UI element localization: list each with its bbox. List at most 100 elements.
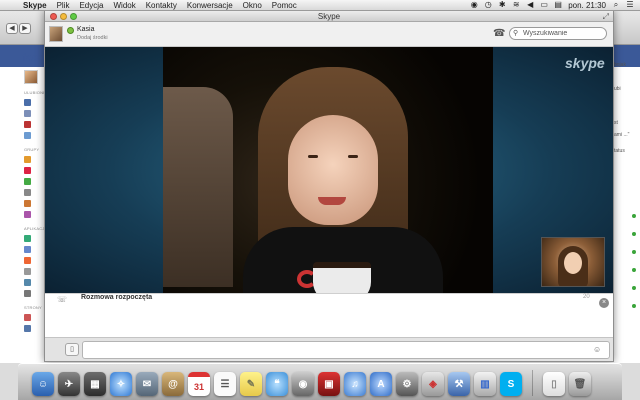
photo-booth-icon[interactable]: ▣ bbox=[318, 372, 340, 396]
compose-bar: ▯ ☺ bbox=[45, 337, 613, 361]
facebook-profile-avatar[interactable] bbox=[24, 70, 38, 84]
menu-okno[interactable]: Okno bbox=[238, 1, 267, 10]
magnifier-icon: ⚲ bbox=[513, 30, 519, 37]
remote-video-feed[interactable] bbox=[163, 47, 493, 293]
events-icon bbox=[24, 121, 31, 128]
emoticon-icon[interactable]: ☺ bbox=[593, 345, 601, 354]
contact-avatar[interactable] bbox=[49, 26, 63, 42]
input-flag-icon[interactable]: ▤ bbox=[554, 1, 562, 9]
self-view-video[interactable] bbox=[541, 237, 605, 287]
right-column-text: ubi bbox=[614, 86, 621, 92]
right-column-text: tatus bbox=[614, 148, 625, 154]
sidebar-item[interactable] bbox=[20, 277, 46, 288]
remote-person-eye bbox=[348, 155, 358, 158]
battery-icon[interactable]: ▭ bbox=[540, 1, 548, 9]
menu-app-skype[interactable]: Skype bbox=[18, 1, 52, 10]
activity-monitor-icon[interactable]: ▥ bbox=[474, 372, 496, 396]
facebook-right-column: bojak ubi st ami ..." tatus bbox=[612, 56, 640, 356]
right-column-text: ami ..." bbox=[614, 132, 630, 138]
online-indicator bbox=[632, 214, 636, 218]
menu-edycja[interactable]: Edycja bbox=[74, 1, 108, 10]
document-icon[interactable]: ▯ bbox=[543, 372, 565, 396]
launchpad-icon[interactable]: ✈ bbox=[58, 372, 80, 396]
sidebar-item[interactable] bbox=[20, 266, 46, 277]
bluetooth-icon[interactable]: ✱ bbox=[498, 1, 506, 9]
menu-widok[interactable]: Widok bbox=[108, 1, 140, 10]
online-indicator bbox=[632, 268, 636, 272]
sidebar-item[interactable] bbox=[20, 312, 46, 323]
spotlight-icon[interactable]: ⌕ bbox=[612, 1, 620, 9]
sidebar-section-strony: STRONY bbox=[24, 305, 42, 310]
system-preferences-icon[interactable]: ⚙ bbox=[396, 372, 418, 396]
menu-clock[interactable]: pon. 21:30 bbox=[568, 1, 606, 10]
self-view-face bbox=[564, 252, 582, 274]
notes-icon[interactable]: ✎ bbox=[240, 372, 262, 396]
menu-bar: Skype Plik Edycja Widok Kontakty Konwers… bbox=[0, 0, 640, 11]
back-icon[interactable]: ◀ bbox=[6, 23, 18, 34]
message-input[interactable] bbox=[82, 341, 610, 359]
sidebar-item[interactable] bbox=[20, 323, 46, 334]
finder-icon[interactable]: ☺ bbox=[32, 372, 54, 396]
search-input[interactable] bbox=[509, 27, 607, 40]
window-title: Skype bbox=[317, 12, 341, 21]
sidebar-section-aplikacje: APLIKACJE bbox=[24, 226, 48, 231]
sidebar-item[interactable] bbox=[20, 108, 46, 119]
menu-pomoc[interactable]: Pomoc bbox=[267, 1, 302, 10]
time-machine-icon[interactable]: ◷ bbox=[484, 1, 492, 9]
sidebar-item[interactable] bbox=[20, 130, 46, 141]
sidebar-item[interactable] bbox=[20, 233, 46, 244]
mail-icon[interactable]: ✉ bbox=[136, 372, 158, 396]
chat-event-text: Rozmowa rozpoczęta bbox=[81, 294, 153, 301]
menu-kontakty[interactable]: Kontakty bbox=[141, 1, 182, 10]
dock-separator bbox=[532, 370, 533, 396]
app-icon bbox=[24, 235, 31, 242]
mission-control-icon[interactable]: ▦ bbox=[84, 372, 106, 396]
calendar-icon[interactable]: 31 bbox=[188, 372, 210, 396]
sidebar-item[interactable] bbox=[20, 176, 46, 187]
attach-file-button[interactable]: ▯ bbox=[65, 343, 79, 356]
safari-icon[interactable]: ✧ bbox=[110, 372, 132, 396]
sidebar-item[interactable] bbox=[20, 187, 46, 198]
contact-mood[interactable]: Dodaj środki bbox=[77, 35, 108, 41]
news-feed-icon bbox=[24, 99, 31, 106]
contact-header: Kasia Dodaj środki ☎ ⚲ bbox=[45, 22, 613, 47]
sidebar-item[interactable] bbox=[20, 97, 46, 108]
wifi-icon[interactable]: ≋ bbox=[512, 1, 520, 9]
remote-person-face bbox=[288, 115, 378, 225]
forward-icon[interactable]: ▶ bbox=[19, 23, 31, 34]
volume-icon[interactable]: ◀ bbox=[526, 1, 534, 9]
close-icon[interactable]: × bbox=[599, 298, 609, 308]
menu-konwersacje[interactable]: Konwersacje bbox=[182, 1, 238, 10]
menu-plik[interactable]: Plik bbox=[52, 1, 75, 10]
contacts-icon[interactable]: @ bbox=[162, 372, 184, 396]
sidebar-item[interactable] bbox=[20, 209, 46, 220]
phone-icon[interactable]: ☎ bbox=[493, 28, 505, 39]
trash-icon[interactable]: 🗑 bbox=[569, 372, 591, 396]
online-indicator bbox=[632, 250, 636, 254]
itunes-icon[interactable]: ♫ bbox=[344, 372, 366, 396]
sidebar-item[interactable] bbox=[20, 244, 46, 255]
video-call-area[interactable]: skype bbox=[45, 47, 613, 293]
sidebar-item[interactable] bbox=[20, 255, 46, 266]
contact-name[interactable]: Kasia bbox=[77, 26, 95, 33]
skype-dock-icon[interactable]: S bbox=[500, 372, 522, 396]
sidebar-item[interactable] bbox=[20, 154, 46, 165]
sidebar-item[interactable] bbox=[20, 119, 46, 130]
xcode-icon[interactable]: ⚒ bbox=[448, 372, 470, 396]
right-column-text: st bbox=[614, 120, 618, 126]
sidebar-item[interactable] bbox=[20, 165, 46, 176]
online-indicator bbox=[632, 304, 636, 308]
fullscreen-icon[interactable]: ⤢ bbox=[603, 12, 609, 22]
messages-icon[interactable]: ❝ bbox=[266, 372, 288, 396]
preview-icon[interactable]: ◈ bbox=[422, 372, 444, 396]
reminders-icon[interactable]: ☰ bbox=[214, 372, 236, 396]
app-store-icon[interactable]: A bbox=[370, 372, 392, 396]
sidebar-section-ulubione: ULUBIONE bbox=[24, 90, 47, 95]
sidebar-item[interactable] bbox=[20, 198, 46, 209]
facebook-logo[interactable]: face bbox=[22, 52, 44, 64]
notification-list-icon[interactable]: ☰ bbox=[626, 1, 634, 9]
sidebar-item[interactable] bbox=[20, 288, 46, 299]
facetime-icon[interactable]: ◉ bbox=[292, 372, 314, 396]
app-icon bbox=[24, 268, 31, 275]
skype-tray-icon[interactable]: ◉ bbox=[470, 1, 478, 9]
